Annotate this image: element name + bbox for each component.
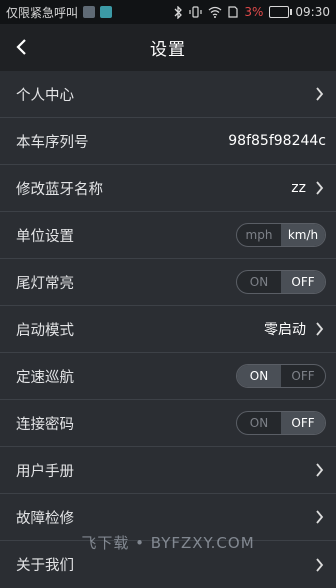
cruise-toggle[interactable]: ON OFF xyxy=(236,364,326,388)
row-personal-center[interactable]: 个人中心 xyxy=(0,71,336,118)
row-label: 启动模式 xyxy=(16,322,74,339)
vibrate-icon xyxy=(189,6,202,18)
row-label: 修改蓝牙名称 xyxy=(16,181,103,198)
row-label: 本车序列号 xyxy=(16,134,89,151)
status-bar: 仅限紧急呼叫 3% 09:30 xyxy=(0,0,336,24)
row-manual[interactable]: 用户手册 xyxy=(0,447,336,494)
app-notification-icon xyxy=(100,6,113,18)
chevron-right-icon xyxy=(312,85,326,103)
tail-light-toggle[interactable]: ON OFF xyxy=(236,270,326,294)
unit-toggle[interactable]: mph km/h xyxy=(236,223,326,247)
row-label: 尾灯常亮 xyxy=(16,275,74,292)
toggle-on[interactable]: ON xyxy=(237,412,281,434)
bluetooth-icon xyxy=(174,5,183,19)
notification-icon xyxy=(83,6,96,18)
unit-option-kmh[interactable]: km/h xyxy=(281,224,325,246)
bluetooth-name-value: zz xyxy=(291,180,306,196)
row-tail-light: 尾灯常亮 ON OFF xyxy=(0,259,336,306)
toggle-off[interactable]: OFF xyxy=(281,412,325,434)
row-cruise: 定速巡航 ON OFF xyxy=(0,353,336,400)
watermark: 飞下载 • BYFZXY.COM xyxy=(81,534,255,552)
row-unit: 单位设置 mph km/h xyxy=(0,212,336,259)
title-bar: 设置 xyxy=(0,24,336,71)
page-title: 设置 xyxy=(150,40,186,60)
back-button[interactable] xyxy=(10,36,32,58)
chevron-right-icon xyxy=(312,508,326,526)
row-label: 定速巡航 xyxy=(16,369,74,386)
toggle-off[interactable]: OFF xyxy=(281,271,325,293)
unit-option-mph[interactable]: mph xyxy=(237,224,281,246)
sim-icon xyxy=(228,6,238,18)
chevron-right-icon xyxy=(312,320,326,338)
battery-percent: 3% xyxy=(244,5,264,19)
serial-number-value: 98f85f98244c xyxy=(228,133,326,149)
row-start-mode[interactable]: 启动模式 零启动 xyxy=(0,306,336,353)
toggle-on[interactable]: ON xyxy=(237,365,281,387)
start-mode-value: 零启动 xyxy=(264,322,306,338)
clock: 09:30 xyxy=(295,5,330,19)
wifi-icon xyxy=(208,6,222,18)
carrier-text: 仅限紧急呼叫 xyxy=(6,5,79,20)
row-label: 故障检修 xyxy=(16,510,74,527)
chevron-right-icon xyxy=(312,461,326,479)
row-label: 个人中心 xyxy=(16,87,74,104)
row-password: 连接密码 ON OFF xyxy=(0,400,336,447)
toggle-on[interactable]: ON xyxy=(237,271,281,293)
row-label: 单位设置 xyxy=(16,228,74,245)
row-bluetooth-name[interactable]: 修改蓝牙名称 zz xyxy=(0,165,336,212)
settings-list: 个人中心 本车序列号 98f85f98244c 修改蓝牙名称 zz 单位设置 m… xyxy=(0,71,336,588)
password-toggle[interactable]: ON OFF xyxy=(236,411,326,435)
row-label: 用户手册 xyxy=(16,463,74,480)
chevron-right-icon xyxy=(312,179,326,197)
battery-icon xyxy=(269,6,293,18)
row-serial-number: 本车序列号 98f85f98244c xyxy=(0,118,336,165)
toggle-off[interactable]: OFF xyxy=(281,365,325,387)
row-label: 连接密码 xyxy=(16,416,74,433)
chevron-left-icon xyxy=(16,39,26,55)
